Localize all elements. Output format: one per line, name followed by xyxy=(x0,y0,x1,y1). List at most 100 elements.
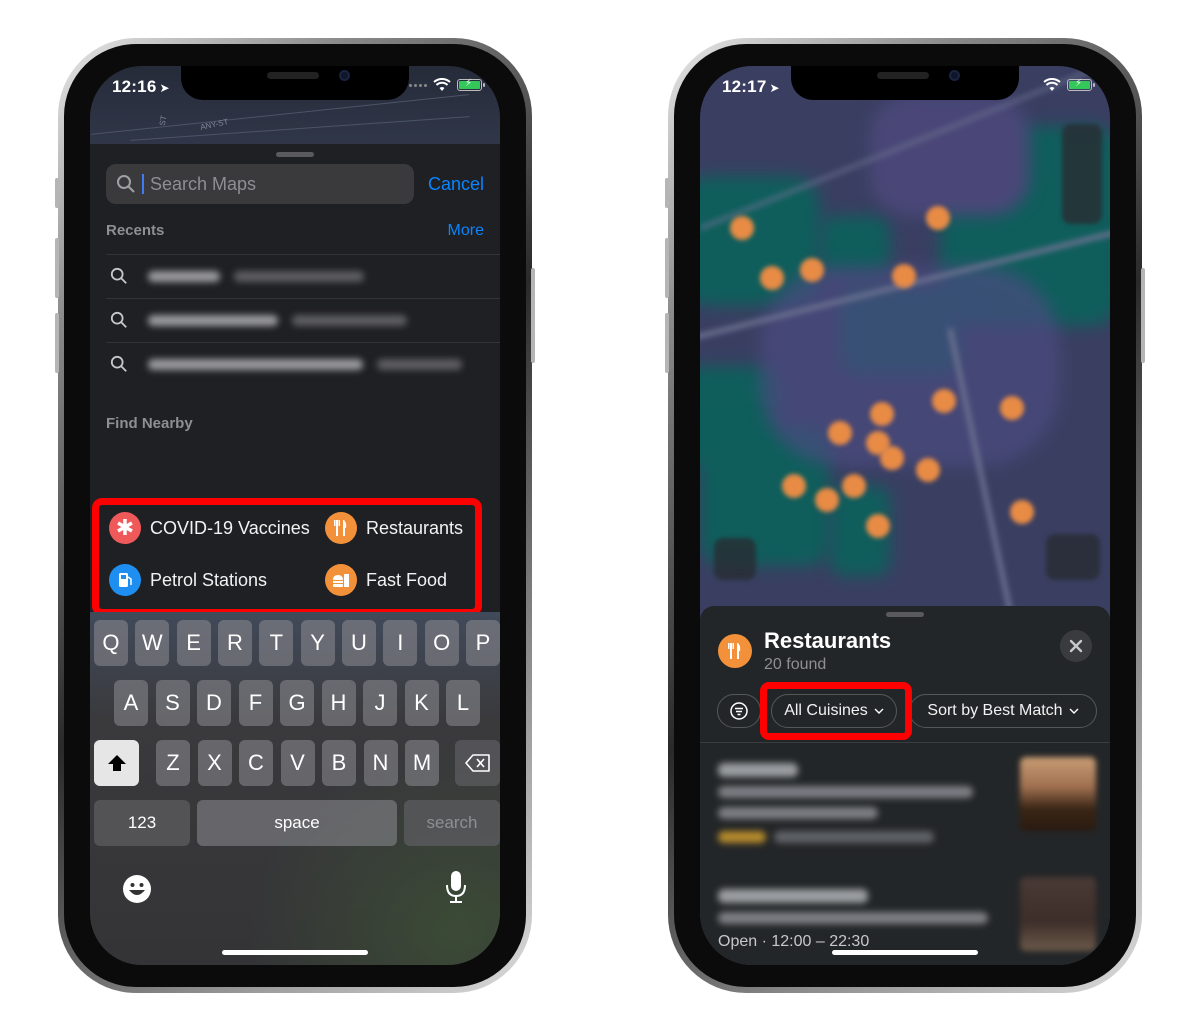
key-e[interactable]: E xyxy=(176,620,211,666)
restaurant-pin[interactable] xyxy=(815,488,839,512)
key-l[interactable]: L xyxy=(446,680,480,726)
nearby-covid-vaccines[interactable]: ✱ COVID-19 Vaccines xyxy=(109,511,325,545)
result-item[interactable] xyxy=(718,757,1096,877)
key-g[interactable]: G xyxy=(280,680,314,726)
side-button xyxy=(1141,268,1145,363)
recent-item[interactable] xyxy=(90,298,500,342)
space-key[interactable]: space xyxy=(197,800,397,846)
nearby-fast-food[interactable]: Fast Food xyxy=(325,563,475,597)
nearby-restaurants[interactable]: Restaurants xyxy=(325,511,475,545)
keyboard: QWERTYUIOP ASDFGHJKL ZXCVBNM 123 space s… xyxy=(90,612,500,965)
key-p[interactable]: P xyxy=(466,620,500,666)
search-icon xyxy=(110,267,127,284)
restaurant-pin[interactable] xyxy=(1000,396,1024,420)
key-x[interactable]: X xyxy=(197,740,232,786)
shift-key[interactable] xyxy=(94,740,139,786)
key-m[interactable]: M xyxy=(405,740,439,786)
dictation-button[interactable] xyxy=(444,870,468,909)
key-a[interactable]: A xyxy=(114,680,148,726)
key-d[interactable]: D xyxy=(197,680,231,726)
key-r[interactable]: R xyxy=(218,620,252,666)
mute-switch xyxy=(665,178,669,208)
key-k[interactable]: K xyxy=(404,680,439,726)
key-f[interactable]: F xyxy=(238,680,273,726)
key-n[interactable]: N xyxy=(363,740,398,786)
key-y[interactable]: Y xyxy=(300,620,335,666)
left-phone-frame: ST ANY-ST 12:16 ➤ ⚡ Search Maps Cancel R… xyxy=(55,38,535,993)
emoji-button[interactable] xyxy=(122,874,152,909)
cuisines-highlight xyxy=(760,682,912,740)
recent-item[interactable] xyxy=(90,254,500,298)
key-w[interactable]: W xyxy=(135,620,170,666)
restaurant-pin[interactable] xyxy=(800,258,824,282)
recents-heading: Recents xyxy=(106,222,165,239)
key-q[interactable]: Q xyxy=(94,620,128,666)
restaurant-pin[interactable] xyxy=(842,474,866,498)
location-arrow-icon: ➤ xyxy=(769,81,780,95)
key-b[interactable]: B xyxy=(322,740,356,786)
right-screen: 12:17 ➤ ⚡ Restaurants 20 found All Cuisi… xyxy=(700,66,1110,965)
left-screen: ST ANY-ST 12:16 ➤ ⚡ Search Maps Cancel R… xyxy=(90,66,500,965)
result-thumbnail xyxy=(1020,757,1096,831)
restaurant-pin[interactable] xyxy=(916,458,940,482)
key-o[interactable]: O xyxy=(424,620,459,666)
text-cursor xyxy=(142,174,144,194)
right-phone-frame: 12:17 ➤ ⚡ Restaurants 20 found All Cuisi… xyxy=(665,38,1145,993)
restaurant-pin[interactable] xyxy=(892,264,916,288)
restaurant-pin[interactable] xyxy=(932,389,956,413)
restaurant-pin[interactable] xyxy=(730,216,754,240)
restaurant-pin[interactable] xyxy=(1010,500,1034,524)
key-i[interactable]: I xyxy=(383,620,418,666)
key-v[interactable]: V xyxy=(280,740,315,786)
chevron-down-icon xyxy=(1069,708,1079,714)
battery-charging-icon: ⚡ xyxy=(1067,78,1095,91)
home-indicator[interactable] xyxy=(832,950,978,955)
restaurant-pin[interactable] xyxy=(782,474,806,498)
restaurant-pin[interactable] xyxy=(760,266,784,290)
restaurant-pin[interactable] xyxy=(828,421,852,445)
restaurant-pin[interactable] xyxy=(880,446,904,470)
search-icon xyxy=(110,311,127,328)
recent-item[interactable] xyxy=(90,342,500,386)
home-indicator[interactable] xyxy=(222,950,368,955)
filter-button[interactable] xyxy=(717,694,761,728)
wifi-icon xyxy=(1043,78,1061,91)
search-input[interactable]: Search Maps xyxy=(106,164,414,204)
search-key[interactable]: search xyxy=(404,800,500,846)
result-thumbnail xyxy=(1020,877,1096,951)
nearby-petrol-stations[interactable]: Petrol Stations xyxy=(109,563,325,597)
key-j[interactable]: J xyxy=(363,680,397,726)
mute-switch xyxy=(55,178,59,208)
restaurant-pin[interactable] xyxy=(926,206,950,230)
cancel-button[interactable]: Cancel xyxy=(428,174,484,195)
signal-dots-icon xyxy=(409,83,427,87)
fork-knife-icon xyxy=(325,512,357,544)
key-c[interactable]: C xyxy=(239,740,273,786)
fork-knife-icon xyxy=(718,634,752,668)
recents-more-button[interactable]: More xyxy=(448,222,484,240)
key-h[interactable]: H xyxy=(321,680,356,726)
key-s[interactable]: S xyxy=(155,680,190,726)
delete-key[interactable] xyxy=(455,740,500,786)
status-bar: 12:17 ➤ ⚡ xyxy=(700,66,1110,106)
microphone-icon xyxy=(446,871,466,903)
key-u[interactable]: U xyxy=(342,620,376,666)
close-button[interactable] xyxy=(1060,630,1092,662)
restaurant-pin[interactable] xyxy=(870,402,894,426)
key-z[interactable]: Z xyxy=(156,740,190,786)
sheet-grabber[interactable] xyxy=(276,152,314,157)
map-mode-control[interactable] xyxy=(1062,124,1102,224)
key-t[interactable]: T xyxy=(259,620,294,666)
volume-up-button xyxy=(665,238,669,298)
search-icon xyxy=(117,175,135,193)
wifi-icon xyxy=(433,78,451,91)
numbers-key[interactable]: 123 xyxy=(94,800,190,846)
volume-up-button xyxy=(55,238,59,298)
restaurant-pin[interactable] xyxy=(866,514,890,538)
street-label: ANY-ST xyxy=(199,117,230,132)
sheet-grabber[interactable] xyxy=(886,612,924,617)
results-count: 20 found xyxy=(764,656,827,673)
sheet-title: Restaurants xyxy=(764,628,892,653)
sort-dropdown[interactable]: Sort by Best Match xyxy=(909,694,1097,728)
look-around-button[interactable] xyxy=(714,538,756,580)
